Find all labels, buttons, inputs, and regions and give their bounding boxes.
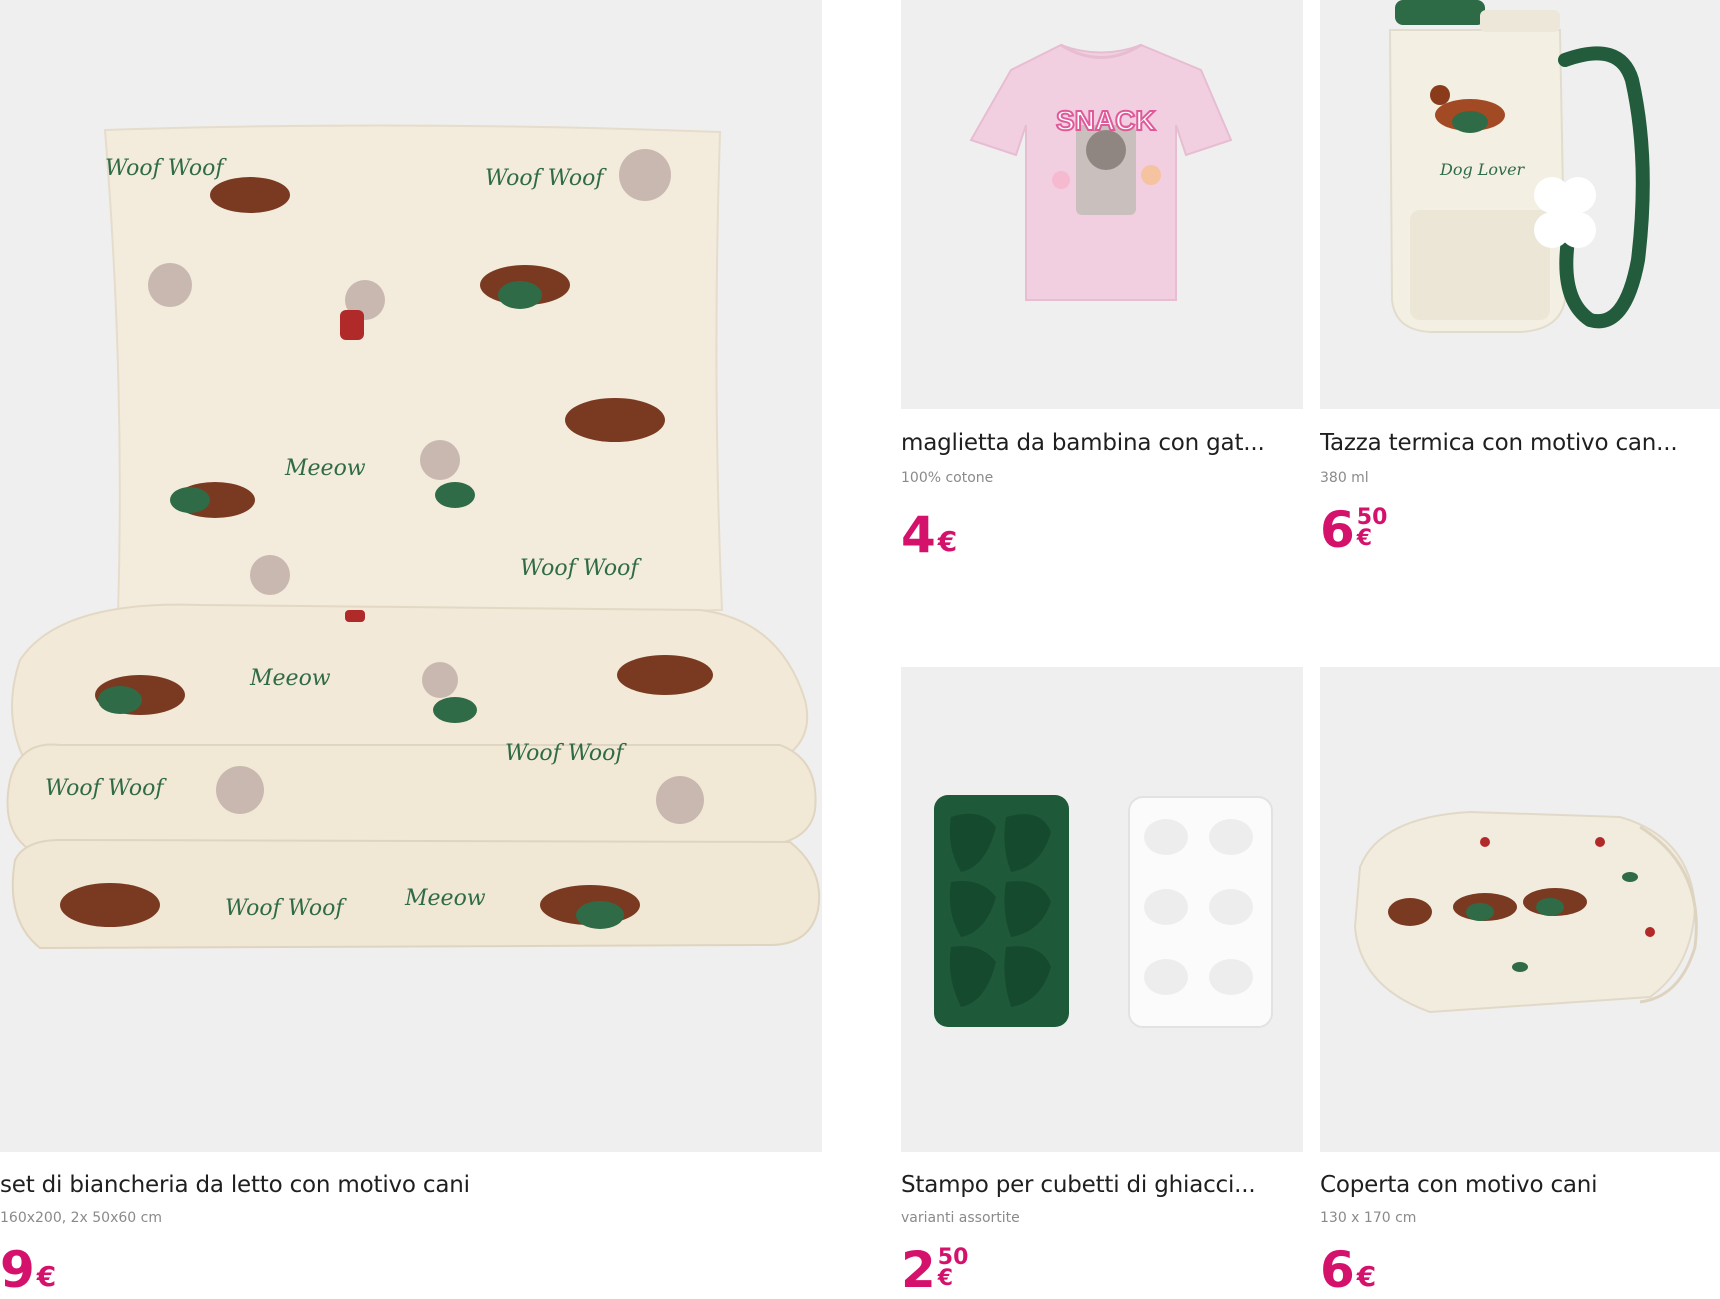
product-card-mug[interactable]: Dog Lover Tazza termica con motivo can..… (1320, 0, 1720, 600)
product-subtitle: 130 x 170 cm (1320, 1210, 1417, 1226)
bedding-print-text: Woof Woof (520, 556, 642, 581)
price-integer: 6 (1320, 501, 1355, 559)
product-price: 6 € (1320, 1245, 1376, 1295)
price-currency: € (937, 1266, 954, 1291)
price-currency: € (36, 1260, 57, 1293)
product-card-bedding[interactable]: Woof Woof Woof Woof Woof Woof Woof Woof … (0, 0, 822, 1299)
product-title[interactable]: Tazza termica con motivo can... (1320, 430, 1720, 456)
blanket-illustration (1320, 667, 1720, 1152)
bedding-print-text: Meeow (284, 456, 366, 481)
price-currency: € (1356, 526, 1373, 551)
mug-illustration: Dog Lover (1320, 0, 1720, 409)
mug-print-text: Dog Lover (1439, 160, 1526, 179)
bedding-print-text: Woof Woof (225, 896, 347, 921)
bedding-print-text: Meeow (249, 666, 331, 691)
bedding-print-text: Meeow (404, 886, 486, 911)
product-card-ice-mould[interactable]: Stampo per cubetti di ghiacci... variant… (901, 667, 1303, 1299)
product-title[interactable]: Stampo per cubetti di ghiacci... (901, 1172, 1303, 1198)
product-card-blanket[interactable]: Coperta con motivo cani 130 x 170 cm 6 € (1320, 667, 1720, 1299)
product-price: 9 € (0, 1245, 56, 1295)
product-price: 2 50 € (901, 1245, 968, 1295)
tshirt-print-text: SNACK (1056, 105, 1156, 136)
product-image-bedding[interactable]: Woof Woof Woof Woof Woof Woof Woof Woof … (0, 0, 822, 1152)
price-integer: 4 (901, 506, 936, 564)
tshirt-illustration: SNACK (901, 0, 1303, 409)
product-subtitle: 100% cotone (901, 470, 994, 486)
product-subtitle: varianti assortite (901, 1210, 1020, 1226)
bedding-print-text: Woof Woof (485, 166, 607, 191)
product-price: 6 50 € (1320, 505, 1387, 555)
product-card-tshirt[interactable]: SNACK maglietta da bambina con gat... 10… (901, 0, 1303, 600)
price-currency: € (1356, 1260, 1377, 1293)
product-image-tshirt[interactable]: SNACK (901, 0, 1303, 409)
price-integer: 9 (0, 1241, 35, 1299)
product-title[interactable]: Coperta con motivo cani (1320, 1172, 1720, 1198)
bedding-print-text: Woof Woof (105, 156, 227, 181)
bedding-print-text: Woof Woof (45, 776, 167, 801)
product-image-ice-mould[interactable] (901, 667, 1303, 1152)
product-image-blanket[interactable] (1320, 667, 1720, 1152)
price-currency: € (937, 525, 958, 558)
price-integer: 2 (901, 1241, 936, 1299)
product-price: 4 € (901, 510, 957, 560)
bedding-print-text: Woof Woof (505, 741, 627, 766)
bedding-illustration: Woof Woof Woof Woof Woof Woof Woof Woof … (0, 0, 822, 1152)
product-subtitle: 160x200, 2x 50x60 cm (0, 1210, 162, 1226)
price-integer: 6 (1320, 1241, 1355, 1299)
product-subtitle: 380 ml (1320, 470, 1369, 486)
product-title[interactable]: set di biancheria da letto con motivo ca… (0, 1172, 800, 1198)
product-title[interactable]: maglietta da bambina con gat... (901, 430, 1303, 456)
product-image-mug[interactable]: Dog Lover (1320, 0, 1720, 409)
ice-mould-illustration (901, 667, 1303, 1152)
